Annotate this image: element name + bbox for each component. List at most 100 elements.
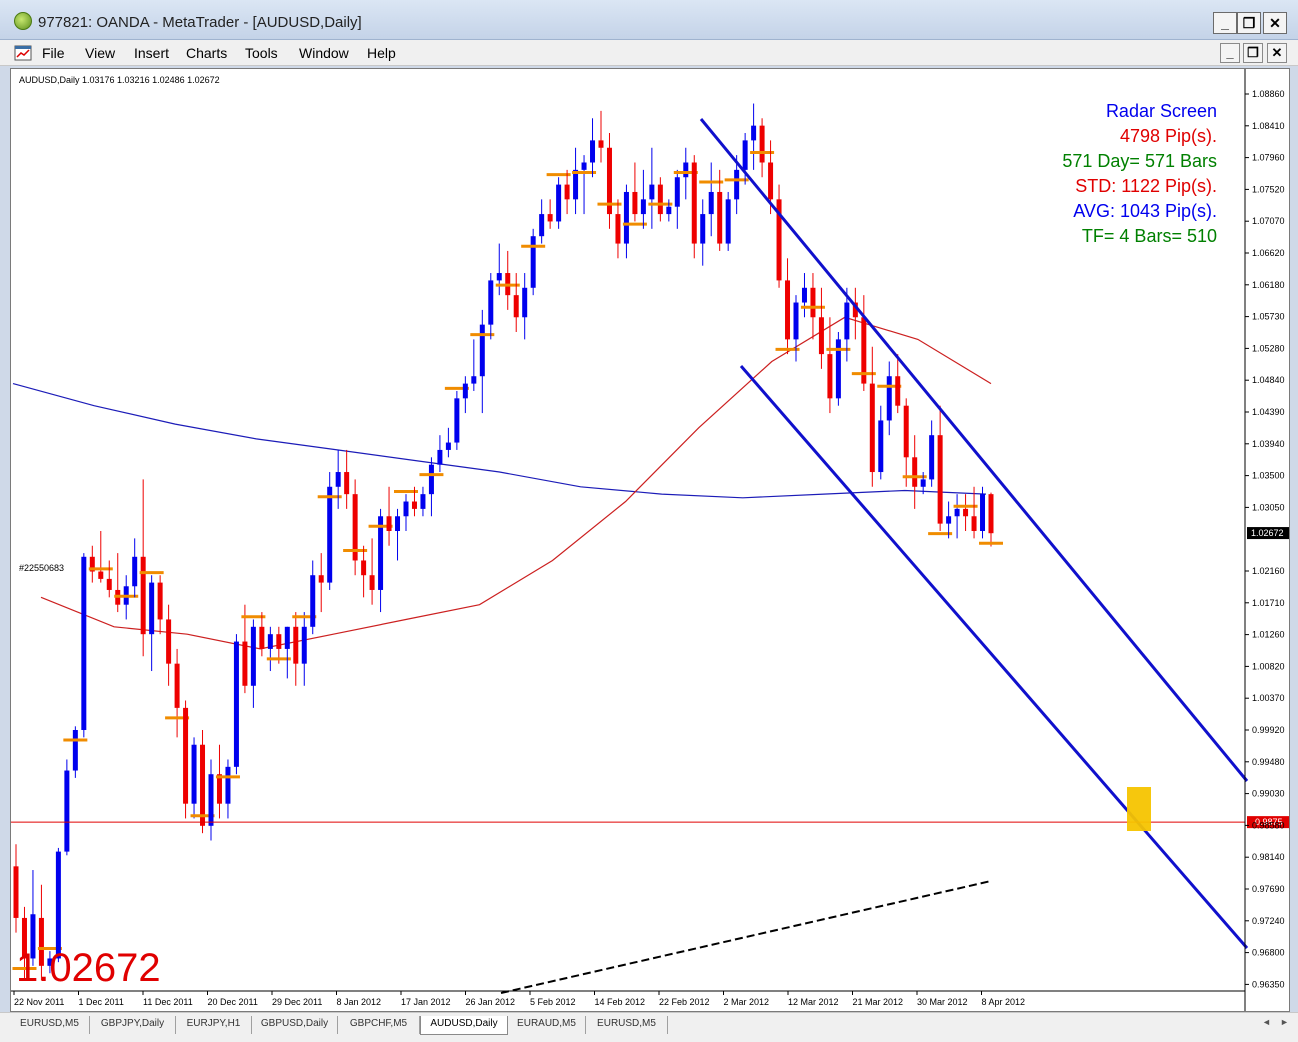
candle-down <box>869 383 875 473</box>
candle-up <box>742 140 748 170</box>
candle-down <box>785 280 791 340</box>
chart-tabs-bar: EURUSD,M5 GBPJPY,Daily EURJPY,H1 GBPUSD,Dai… <box>0 1012 1298 1042</box>
menu-insert[interactable]: Insert <box>134 45 169 61</box>
date-tick-label: 22 Nov 2011 <box>14 997 64 1007</box>
chart-info-label: AUDUSD,Daily 1.03176 1.03216 1.02486 1.0… <box>19 75 220 85</box>
candle-up <box>556 184 562 222</box>
menu-file[interactable]: File <box>42 45 65 61</box>
chart-window[interactable]: 1.02672 0.9875 AUDUSD,Daily 1.03176 1.032… <box>10 68 1290 1012</box>
radar-line: Radar Screen <box>1106 101 1217 121</box>
candle-down <box>691 162 697 244</box>
candle-up <box>72 729 78 771</box>
candle-down <box>632 191 638 215</box>
candle-up <box>708 191 714 215</box>
candle-down <box>827 354 833 399</box>
candle-down <box>963 508 969 517</box>
tab-gbpjpy-daily[interactable]: GBPJPY,Daily <box>90 1016 176 1034</box>
candle-up <box>64 770 70 852</box>
candle-up <box>225 766 231 804</box>
menu-tools[interactable]: Tools <box>245 45 278 61</box>
price-tick-label: 0.98140 <box>1252 852 1285 862</box>
date-tick-label: 29 Dec 2011 <box>272 997 322 1007</box>
price-chart[interactable]: 1.026720.9875 AUDUSD,Daily 1.03176 1.032… <box>11 69 1289 1011</box>
menu-view[interactable]: View <box>85 45 115 61</box>
price-tick-label: 0.99030 <box>1252 789 1285 799</box>
candle-up <box>920 479 926 487</box>
candle-up <box>479 324 485 377</box>
price-tick-label: 1.01710 <box>1252 598 1285 608</box>
radar-line: 571 Day= 571 Bars <box>1062 151 1217 171</box>
candle-down <box>200 744 206 826</box>
tab-eurusd-m5[interactable]: EURUSD,M5 <box>10 1016 90 1034</box>
candle-up <box>395 516 401 531</box>
candle-up <box>590 140 596 163</box>
date-tick-label: 21 Mar 2012 <box>853 997 904 1007</box>
radar-line: 4798 Pip(s). <box>1120 126 1217 146</box>
chart-close-button[interactable]: ✕ <box>1267 43 1287 63</box>
candle-up <box>208 774 214 826</box>
close-button[interactable]: ✕ <box>1263 12 1287 34</box>
tab-scroll-right-icon[interactable]: ► <box>1280 1017 1289 1027</box>
date-tick-label: 30 Mar 2012 <box>917 997 968 1007</box>
date-tick-label: 1 Dec 2011 <box>79 997 124 1007</box>
order-label: #22550683 <box>19 563 64 573</box>
tab-gbpchf-m5[interactable]: GBPCHF,M5 <box>338 1016 420 1034</box>
price-tick-label: 1.02160 <box>1252 566 1285 576</box>
price-tick-label: 1.00370 <box>1252 693 1285 703</box>
tab-euraud-m5[interactable]: EURAUD,M5 <box>508 1016 586 1034</box>
chart-restore-button[interactable]: ❐ <box>1243 43 1263 63</box>
candle-down <box>344 472 350 495</box>
candle-up <box>929 435 935 480</box>
price-tick-label: 0.98580 <box>1252 820 1285 830</box>
tab-gbpusd-daily[interactable]: GBPUSD,Daily <box>252 1016 338 1034</box>
price-tick-label: 0.99480 <box>1252 757 1285 767</box>
restore-button[interactable]: ❐ <box>1237 12 1261 34</box>
price-tick-label: 1.00820 <box>1252 661 1285 671</box>
candle-up <box>81 556 87 730</box>
candle-up <box>420 494 426 509</box>
candle-up <box>666 206 672 215</box>
menu-charts[interactable]: Charts <box>186 45 227 61</box>
candle-up <box>751 125 757 141</box>
candle-up <box>674 177 680 207</box>
date-tick-label: 11 Dec 2011 <box>143 997 193 1007</box>
candle-down <box>717 191 723 244</box>
price-tick-label: 1.07070 <box>1252 216 1285 226</box>
candle-up <box>284 626 290 649</box>
price-tick-label: 0.96350 <box>1252 979 1285 989</box>
menu-window[interactable]: Window <box>299 45 349 61</box>
tab-eurjpy-h1[interactable]: EURJPY,H1 <box>176 1016 252 1034</box>
radar-line: TF= 4 Bars= 510 <box>1082 226 1217 246</box>
candle-down <box>988 494 994 534</box>
candle-up <box>327 486 333 583</box>
chart-minimize-button[interactable]: _ <box>1220 43 1240 63</box>
candle-up <box>191 744 197 804</box>
radar-line: AVG: 1043 Pip(s). <box>1073 201 1217 221</box>
menu-help[interactable]: Help <box>367 45 396 61</box>
candle-down <box>598 140 604 148</box>
candle-down <box>293 626 299 664</box>
price-tick-label: 1.06180 <box>1252 280 1285 290</box>
candle-up <box>734 169 740 200</box>
date-tick-label: 26 Jan 2012 <box>466 997 516 1007</box>
candle-up <box>954 508 960 517</box>
candle-down <box>895 376 901 406</box>
target-zone-box <box>1127 787 1151 831</box>
candle-up <box>539 214 545 237</box>
candle-up <box>980 494 986 531</box>
candle-up <box>683 162 689 178</box>
price-axis: 1.08860 1.08410 1.07960 1.07520 1.07070 1.066… <box>1244 69 1285 1011</box>
channel-lower-line <box>739 365 1249 949</box>
tab-eurusd-m5[interactable]: EURUSD,M5 <box>586 1016 668 1034</box>
tab-audusd-daily[interactable]: AUDUSD,Daily <box>420 1016 508 1035</box>
tab-scroll-left-icon[interactable]: ◄ <box>1262 1017 1271 1027</box>
price-tick-label: 0.97690 <box>1252 884 1285 894</box>
candle-down <box>166 619 172 664</box>
minimize-button[interactable]: _ <box>1213 12 1237 34</box>
candle-up <box>462 383 468 399</box>
candle-up <box>403 501 409 517</box>
candle-up <box>310 575 316 627</box>
candle-up <box>301 626 307 664</box>
candle-up <box>801 287 807 303</box>
candle-up <box>250 626 256 686</box>
